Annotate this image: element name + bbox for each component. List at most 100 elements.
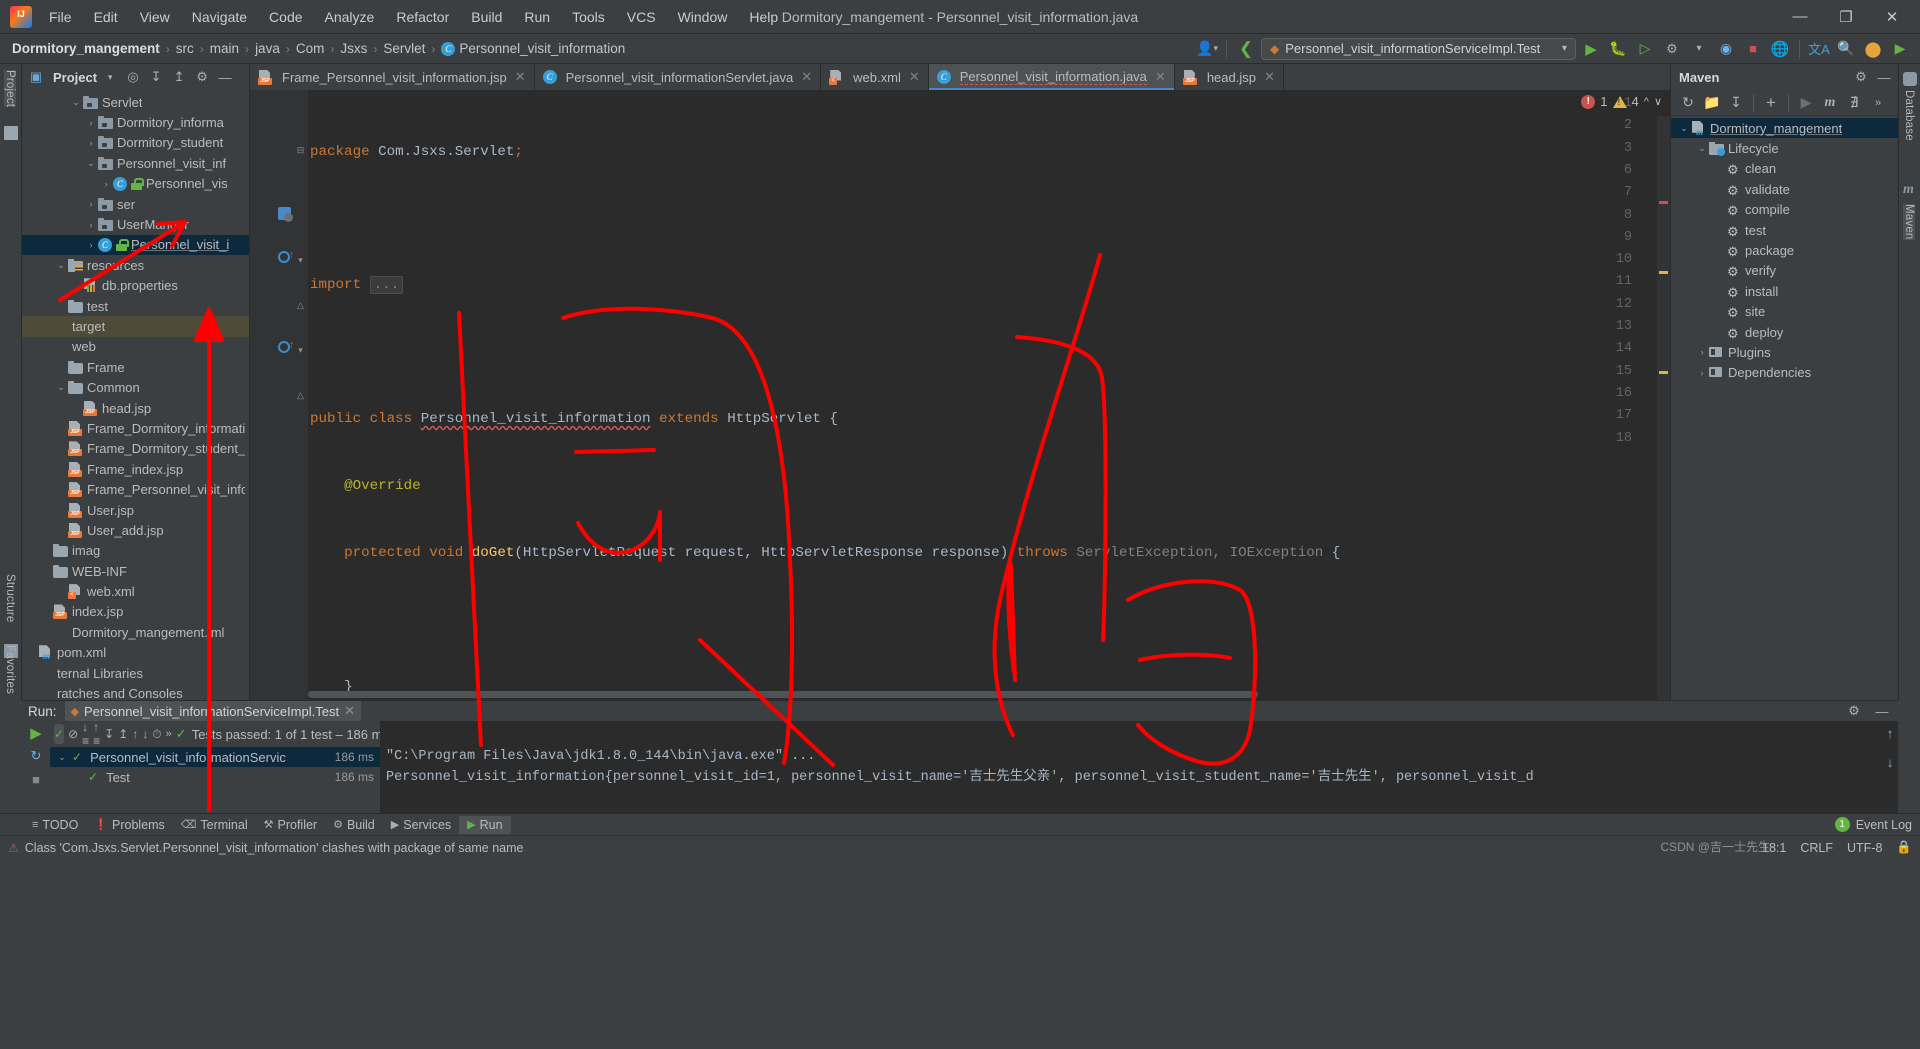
toggle-auto-test-icon[interactable]: ⊘: [68, 724, 78, 744]
history-icon[interactable]: ⏱: [152, 724, 161, 744]
chevron-right-icon[interactable]: ›: [84, 199, 98, 209]
menu-item-build[interactable]: Build: [460, 5, 513, 29]
toolwindow-button-todo[interactable]: ≡ TODO: [24, 816, 86, 834]
chevron-down-icon[interactable]: ⌄: [84, 158, 98, 169]
toolwindow-button-problems[interactable]: ❗ Problems: [86, 816, 173, 834]
scroll-up-icon[interactable]: ↑: [1886, 725, 1894, 746]
user-icon[interactable]: 👤 ▾: [1195, 38, 1219, 60]
collapse-all-icon[interactable]: ↥: [169, 67, 189, 87]
tree-row-dormitory-mangement[interactable]: ⌄ Dormitory_mangement: [1671, 118, 1898, 139]
menu-item-file[interactable]: File: [38, 5, 83, 29]
error-stripe-mark[interactable]: [1659, 201, 1668, 204]
project-tree[interactable]: ⌄ Servlet › Dormitory_informa › Dormitory_stu…: [22, 90, 249, 700]
line-separator[interactable]: CRLF: [1800, 841, 1833, 855]
tree-row-plugins[interactable]: › Plugins: [1671, 342, 1898, 362]
close-icon[interactable]: ✕: [1264, 69, 1275, 85]
tree-row-user-add-jsp[interactable]: · User_add.jsp: [22, 520, 249, 540]
maven-settings-icon[interactable]: m: [1819, 92, 1841, 113]
tree-row-target[interactable]: · target: [22, 316, 249, 337]
tree-row-resources[interactable]: ⌄ resources: [22, 255, 249, 275]
tree-row-frame-index-jsp[interactable]: · Frame_index.jsp: [22, 459, 249, 479]
rerun-failed-icon[interactable]: ↻: [25, 746, 47, 766]
hide-icon[interactable]: —: [215, 67, 235, 87]
play-icon[interactable]: ▶: [1888, 38, 1912, 60]
hide-passed-icon[interactable]: ✓: [54, 724, 65, 744]
stop-icon[interactable]: ■: [1741, 38, 1765, 60]
import-fold-placeholder[interactable]: ...: [369, 276, 404, 295]
project-panel-title[interactable]: Project: [49, 70, 97, 85]
maven-panel-title[interactable]: Maven: [1675, 70, 1719, 85]
tree-row-pom-xml[interactable]: · pom.xml: [22, 643, 249, 663]
breadcrumb-item-7[interactable]: C Personnel_visit_information: [437, 39, 629, 58]
tree-row-personnel-visit-i[interactable]: › C Personnel_visit_i: [22, 234, 249, 256]
fold-marker-dopost-end[interactable]: △: [296, 391, 305, 400]
chevron-right-icon[interactable]: ›: [84, 138, 98, 148]
tree-row-lifecycle[interactable]: ⌄ Lifecycle: [1671, 138, 1898, 158]
tree-row-compile[interactable]: ·⚙ compile: [1671, 200, 1898, 220]
toolwindow-button-profiler[interactable]: ⚒ Profiler: [256, 816, 325, 834]
fold-marker-doget[interactable]: ▾: [296, 256, 305, 265]
close-icon[interactable]: ✕: [515, 69, 526, 85]
tree-row-install[interactable]: ·⚙ install: [1671, 281, 1898, 301]
breadcrumb-item-2[interactable]: main: [206, 39, 243, 58]
collapse-all-icon[interactable]: ↥: [118, 724, 128, 744]
rail-item-database[interactable]: Database: [1903, 90, 1915, 141]
scroll-down-icon[interactable]: ↓: [1886, 754, 1894, 775]
stop-icon[interactable]: ■: [25, 769, 47, 789]
editor-tab-personnel-visit-information-java[interactable]: C Personnel_visit_information.java ✕: [928, 64, 1175, 90]
breadcrumb-item-6[interactable]: Servlet: [379, 39, 429, 58]
chevron-down-icon[interactable]: ⌄: [54, 382, 68, 393]
chevron-down-icon[interactable]: ⌄: [56, 752, 68, 763]
locate-icon[interactable]: ◎: [123, 67, 143, 87]
warning-stripe-mark-2[interactable]: [1659, 371, 1668, 374]
tree-row-frame-dormitory-student-stay[interactable]: · Frame_Dormitory_student_stay: [22, 439, 249, 459]
run-configuration-selector[interactable]: ◆ Personnel_visit_informationServiceImpl…: [1261, 37, 1576, 60]
build-icon[interactable]: ◉: [1714, 38, 1738, 60]
translate-icon[interactable]: 文A: [1807, 38, 1831, 60]
tree-row-package[interactable]: ·⚙ package: [1671, 240, 1898, 260]
chevron-right-icon[interactable]: ›: [84, 220, 98, 230]
run-tab[interactable]: ◆ Personnel_visit_informationServiceImpl…: [64, 701, 361, 721]
run-maven-goal-icon[interactable]: ▶: [1795, 92, 1817, 113]
lock-icon[interactable]: 🔒: [1896, 840, 1912, 855]
breadcrumb-item-4[interactable]: Com: [292, 39, 329, 58]
fold-marker-dopost[interactable]: ▾: [296, 346, 305, 355]
override-gutter-icon-doget[interactable]: ↑: [278, 249, 295, 265]
tree-row-web-inf[interactable]: · WEB-INF: [22, 561, 249, 581]
menu-item-view[interactable]: View: [129, 5, 181, 29]
tree-row-ser[interactable]: › ser: [22, 194, 249, 214]
gear-icon[interactable]: ⚙: [1851, 67, 1871, 87]
breadcrumb-item-5[interactable]: Jsxs: [336, 39, 371, 58]
toolwindow-button-build[interactable]: ⚙ Build: [325, 816, 383, 834]
breadcrumb-item-1[interactable]: src: [172, 39, 198, 58]
chevron-down-icon[interactable]: ⌄: [69, 97, 83, 108]
tree-row-frame-dormitory-information-j[interactable]: · Frame_Dormitory_information.j: [22, 418, 249, 438]
close-icon[interactable]: ✕: [801, 69, 812, 85]
override-gutter-icon-dopost[interactable]: ↑: [278, 339, 295, 355]
run-icon[interactable]: ▶: [1579, 38, 1603, 60]
tree-row-frame[interactable]: · Frame: [22, 357, 249, 377]
toolwindow-button-terminal[interactable]: ⌫ Terminal: [173, 816, 256, 834]
code-editor[interactable]: 1 2 3 6 7 8 9 10 11 12 13 14 15 16 17 18 ↑ ↑ ⊟ ▾ △ ▾: [250, 90, 1670, 700]
menu-item-code[interactable]: Code: [258, 5, 313, 29]
tree-row-test[interactable]: ·⚙ test: [1671, 220, 1898, 240]
rail-item-structure[interactable]: Structure: [4, 574, 16, 622]
tree-row-web[interactable]: · web: [22, 337, 249, 357]
prev-failed-icon[interactable]: ↑: [132, 724, 138, 744]
tree-row-dependencies[interactable]: › Dependencies: [1671, 363, 1898, 383]
tree-row-personnel-visit-inf[interactable]: ⌄ Personnel_visit_inf: [22, 153, 249, 173]
tree-row-servlet[interactable]: ⌄ Servlet: [22, 92, 249, 112]
tree-row-dormitory-informa[interactable]: › Dormitory_informa: [22, 112, 249, 132]
chevron-down-icon[interactable]: ▾: [100, 67, 120, 87]
menu-item-run[interactable]: Run: [513, 5, 561, 29]
close-icon[interactable]: ✕: [1155, 69, 1166, 85]
chevron-down-icon[interactable]: ▾: [1687, 38, 1711, 60]
error-stripe-gutter[interactable]: [1657, 116, 1670, 700]
gear-icon[interactable]: ⚙: [1844, 701, 1864, 721]
gear-icon[interactable]: ⚙: [192, 67, 212, 87]
profiler-attach-icon[interactable]: ⚙: [1660, 38, 1684, 60]
expand-all-icon[interactable]: ↧: [104, 724, 114, 744]
chevron-down-icon[interactable]: ⌄: [1695, 143, 1709, 154]
editor-tab-frame-personnel-visit-information-jsp[interactable]: Frame_Personnel_visit_information.jsp ✕: [250, 64, 535, 90]
tree-row-db-properties[interactable]: · db.properties: [22, 276, 249, 296]
